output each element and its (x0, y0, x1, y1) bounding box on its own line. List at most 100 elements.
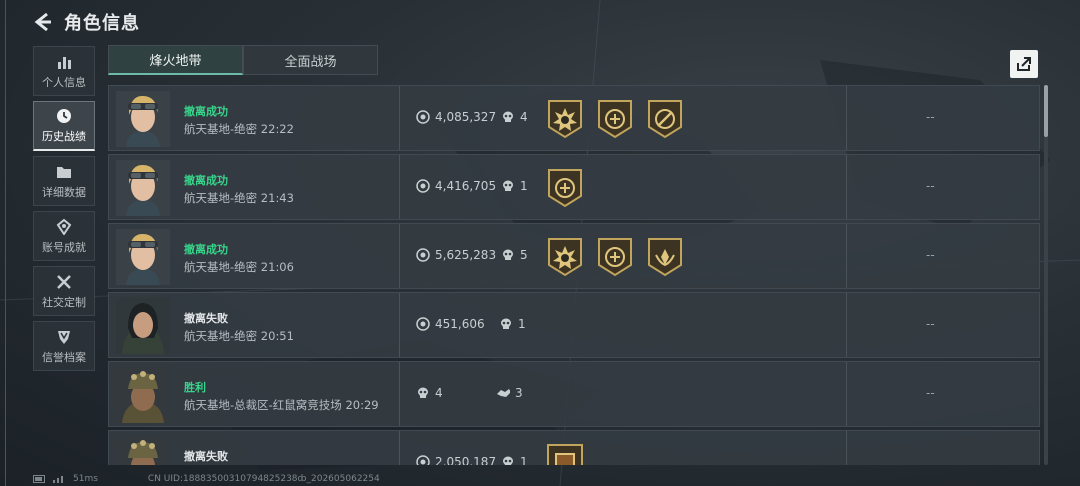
match-row[interactable]: 撤离成功 航天基地-绝密 22:22 4,085,327 4 -- (108, 85, 1040, 151)
value-stat: 451,606 (416, 317, 485, 331)
sun-badge-icon[interactable] (546, 99, 584, 139)
coin-icon (416, 179, 430, 193)
kills-stat: 4 (416, 386, 443, 400)
value-stat: 2,050,187 (416, 455, 496, 465)
skull-icon (501, 248, 515, 262)
operator-avatar (116, 436, 170, 465)
folder-icon (55, 163, 73, 181)
column-divider (399, 362, 400, 426)
back-button[interactable] (30, 9, 56, 35)
nav-item-achievements[interactable]: 账号成就 (33, 211, 95, 261)
value-stat-value: 5,625,283 (435, 248, 497, 262)
kills-stat: 5 (501, 248, 528, 262)
match-map-time: 航天基地-绝密 21:06 (184, 260, 294, 274)
header: 角色信息 (30, 6, 140, 38)
nav-item-personal[interactable]: 个人信息 (33, 46, 95, 96)
compass-badge-icon[interactable] (646, 99, 684, 139)
nav-label: 信誉档案 (42, 350, 86, 364)
mode-tabs: 烽火地带 全面战场 (108, 45, 378, 75)
match-result: 胜利 (184, 381, 206, 394)
match-map-time: 航天基地-绝密 20:51 (184, 329, 294, 343)
column-divider (846, 224, 847, 288)
match-row[interactable]: 撤离失败 航天基地-绝密 20:51 451,606 1 -- (108, 292, 1040, 358)
match-map-time: 航天基地-总裁区-红鼠窝竞技场 20:29 (184, 398, 379, 412)
sun-badge-icon[interactable] (546, 237, 584, 277)
extra-info: -- (926, 386, 935, 400)
wings-badge-icon[interactable] (646, 237, 684, 277)
column-divider (399, 224, 400, 288)
match-row[interactable]: 撤离失败 2,050,187 1 (108, 430, 1040, 465)
tab-full-battlefield[interactable]: 全面战场 (243, 45, 378, 75)
ping-text: 51ms (73, 474, 98, 484)
value-stat-value: 2,050,187 (435, 455, 497, 465)
assists-stat: 3 (496, 386, 523, 400)
nav-item-reputation[interactable]: 信誉档案 (33, 321, 95, 371)
operator-avatar (116, 298, 170, 354)
medal-list (546, 237, 696, 277)
operator-avatar (116, 367, 170, 423)
side-nav: 个人信息 历史战绩 详细数据 账号成就 社交定制 信誉档案 (33, 46, 95, 376)
nav-label: 账号成就 (42, 240, 86, 254)
kills-stat-value: 4 (435, 386, 443, 400)
kills-stat-value: 5 (520, 248, 528, 262)
frame-line (5, 0, 6, 486)
signal-icon (53, 476, 63, 483)
coin-icon (416, 317, 430, 331)
value-stat-value: 4,416,705 (435, 179, 497, 193)
emblem-badge-icon[interactable] (546, 168, 584, 208)
kills-stat-value: 1 (520, 179, 528, 193)
tab-hazard-zone[interactable]: 烽火地带 (108, 45, 243, 75)
match-row[interactable]: 撤离成功航天基地-绝密 21:06 5,625,283 5 -- (108, 223, 1040, 289)
back-arrow-icon (34, 12, 51, 32)
extra-info: -- (926, 248, 935, 262)
kills-stat: 1 (501, 179, 528, 193)
column-divider (399, 155, 400, 219)
skull-icon (501, 179, 515, 193)
medal-list (546, 168, 596, 208)
operator-avatar (116, 229, 170, 285)
value-stat-value: 451,606 (435, 317, 485, 331)
nav-label: 社交定制 (42, 295, 86, 309)
match-result: 撤离成功 (184, 243, 228, 256)
value-stat: 4,416,705 (416, 179, 496, 193)
match-result: 撤离失败 (184, 312, 228, 325)
column-divider (846, 86, 847, 150)
extra-info: -- (926, 110, 935, 124)
clock-icon (55, 107, 73, 125)
skull-icon (501, 110, 515, 124)
handshake-icon (496, 386, 510, 400)
assists-stat-value: 3 (515, 386, 523, 400)
kills-stat: 4 (501, 110, 528, 124)
coin-icon (416, 455, 430, 465)
match-map-time: 航天基地-绝密 21:43 (184, 191, 294, 205)
nav-item-details[interactable]: 详细数据 (33, 156, 95, 206)
operator-avatar (116, 160, 170, 216)
nav-item-history[interactable]: 历史战绩 (33, 101, 95, 151)
emblem-badge-icon[interactable] (596, 99, 634, 139)
skull-icon (499, 317, 513, 331)
match-row[interactable]: 胜利航天基地-总裁区-红鼠窝竞技场 20:29 4 3 -- (108, 361, 1040, 427)
square-badge-icon[interactable] (546, 444, 584, 465)
match-result: 撤离失败 (184, 450, 228, 463)
share-button[interactable] (1010, 50, 1038, 78)
nav-item-social[interactable]: 社交定制 (33, 266, 95, 316)
coin-icon (416, 248, 430, 262)
page-title: 角色信息 (64, 13, 140, 34)
bar-chart-icon (55, 53, 73, 71)
scrollbar-thumb[interactable] (1044, 85, 1048, 137)
kills-stat-value: 4 (520, 110, 528, 124)
column-divider (846, 431, 847, 465)
coin-icon (416, 110, 430, 124)
operator-avatar (116, 91, 170, 147)
extra-info: -- (926, 179, 935, 193)
match-map-time: 航天基地-绝密 22:22 (184, 122, 294, 136)
tools-icon (55, 273, 73, 291)
trophy-icon (55, 218, 73, 236)
footer: 51ms CN UID:18883500310794825238ȸ_202605… (33, 474, 380, 484)
value-stat: 5,625,283 (416, 248, 496, 262)
column-divider (399, 431, 400, 465)
kills-stat: 1 (501, 455, 528, 465)
emblem-badge-icon[interactable] (596, 237, 634, 277)
scrollbar[interactable] (1044, 85, 1048, 465)
match-row[interactable]: 撤离成功 航天基地-绝密 21:43 4,416,705 1 -- (108, 154, 1040, 220)
